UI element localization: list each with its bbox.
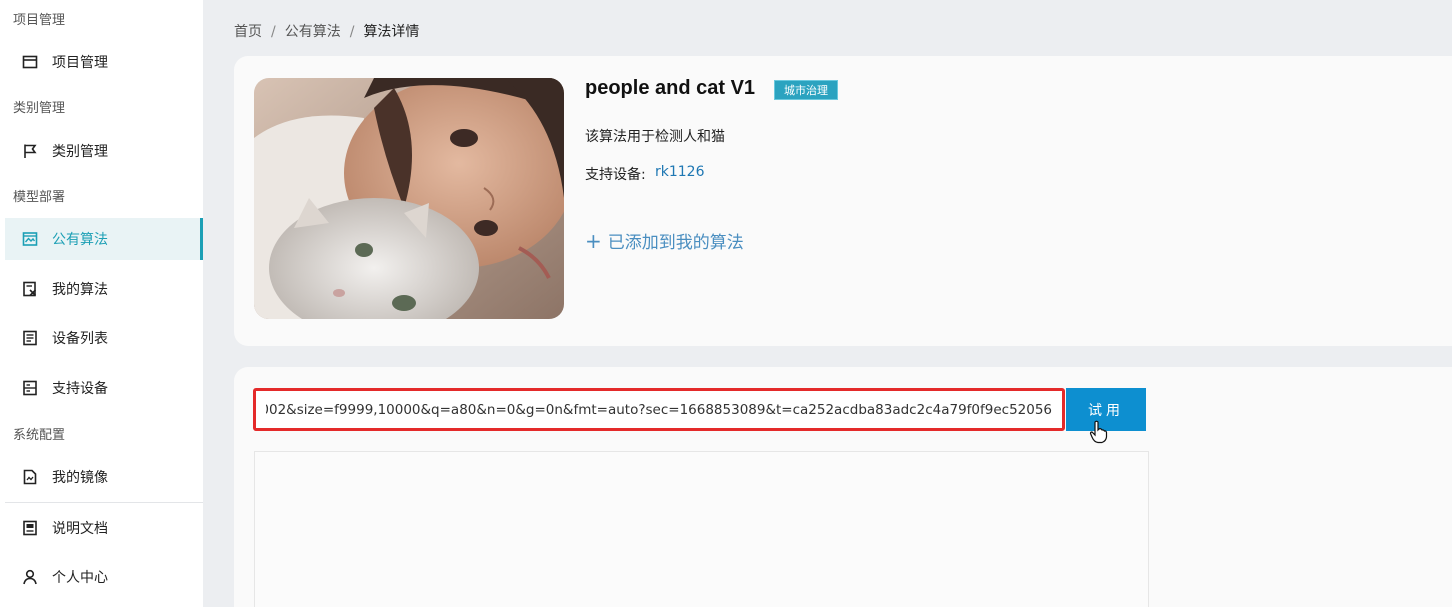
algorithm-info-card: people and cat V1 城市治理 该算法用于检测人和猫 支持设备: … xyxy=(234,56,1452,346)
sidebar-item-public-algorithms[interactable]: 公有算法 xyxy=(5,218,203,260)
sidebar-item-documentation[interactable]: 说明文档 xyxy=(5,507,203,549)
image-frame-icon xyxy=(22,231,38,247)
supported-device-value[interactable]: rk1126 xyxy=(655,164,705,180)
sidebar-item-label: 项目管理 xyxy=(52,55,108,71)
list-document-icon xyxy=(22,330,38,346)
group-title-category: 类别管理 xyxy=(13,101,66,116)
breadcrumb-home[interactable]: 首页 xyxy=(234,24,262,40)
result-preview-area xyxy=(254,451,1149,607)
sidebar-item-my-images[interactable]: 我的镜像 xyxy=(5,456,203,498)
group-title-system-config: 系统配置 xyxy=(13,428,66,443)
flag-icon xyxy=(22,143,38,159)
breadcrumb: 首页 / 公有算法 / 算法详情 xyxy=(234,21,419,41)
sidebar-item-profile[interactable]: 个人中心 xyxy=(5,556,203,598)
plus-icon: + xyxy=(585,228,602,253)
sidebar: 项目管理 项目管理 类别管理 类别管理 模型部署 公有算法 我的算法 设备列表 xyxy=(0,0,203,607)
sidebar-item-supported-devices[interactable]: 支持设备 xyxy=(5,367,203,409)
sidebar-item-my-algorithms[interactable]: 我的算法 xyxy=(5,268,203,310)
breadcrumb-separator: / xyxy=(271,24,276,40)
user-icon xyxy=(22,569,38,585)
group-title-project: 项目管理 xyxy=(13,13,66,28)
sidebar-item-label: 公有算法 xyxy=(52,232,108,248)
added-label: 已添加到我的算法 xyxy=(607,233,744,253)
file-image-icon xyxy=(22,469,38,485)
hand-cursor-icon xyxy=(1089,420,1109,444)
algorithm-description: 该算法用于检测人和猫 xyxy=(585,129,725,145)
sidebar-item-project-management[interactable]: 项目管理 xyxy=(5,41,203,83)
breadcrumb-current: 算法详情 xyxy=(363,24,420,40)
panel-icon xyxy=(22,380,38,396)
window-icon xyxy=(22,54,38,70)
breadcrumb-section[interactable]: 公有算法 xyxy=(285,24,341,40)
supported-device-label: 支持设备: xyxy=(585,167,646,183)
sidebar-item-label: 类别管理 xyxy=(52,144,108,160)
group-title-model-deploy: 模型部署 xyxy=(13,190,66,205)
sidebar-item-label: 支持设备 xyxy=(52,381,108,397)
category-tag: 城市治理 xyxy=(774,80,838,100)
sidebar-item-label: 说明文档 xyxy=(52,521,108,537)
algorithm-thumbnail xyxy=(254,78,564,319)
added-to-my-algorithms-button[interactable]: + 已添加到我的算法 xyxy=(585,228,744,254)
trial-card: 试用 xyxy=(234,367,1452,607)
sidebar-item-device-list[interactable]: 设备列表 xyxy=(5,317,203,359)
breadcrumb-separator: / xyxy=(349,24,355,40)
edit-document-icon xyxy=(22,281,38,297)
image-url-input[interactable] xyxy=(253,388,1065,431)
book-icon xyxy=(22,520,38,536)
sidebar-item-label: 设备列表 xyxy=(52,331,108,347)
sidebar-item-label: 个人中心 xyxy=(52,570,108,586)
sidebar-divider xyxy=(5,502,203,503)
sidebar-item-category-management[interactable]: 类别管理 xyxy=(5,130,203,172)
sidebar-item-label: 我的算法 xyxy=(52,282,108,298)
algorithm-title: people and cat V1 xyxy=(585,77,756,99)
sidebar-item-label: 我的镜像 xyxy=(52,470,108,486)
